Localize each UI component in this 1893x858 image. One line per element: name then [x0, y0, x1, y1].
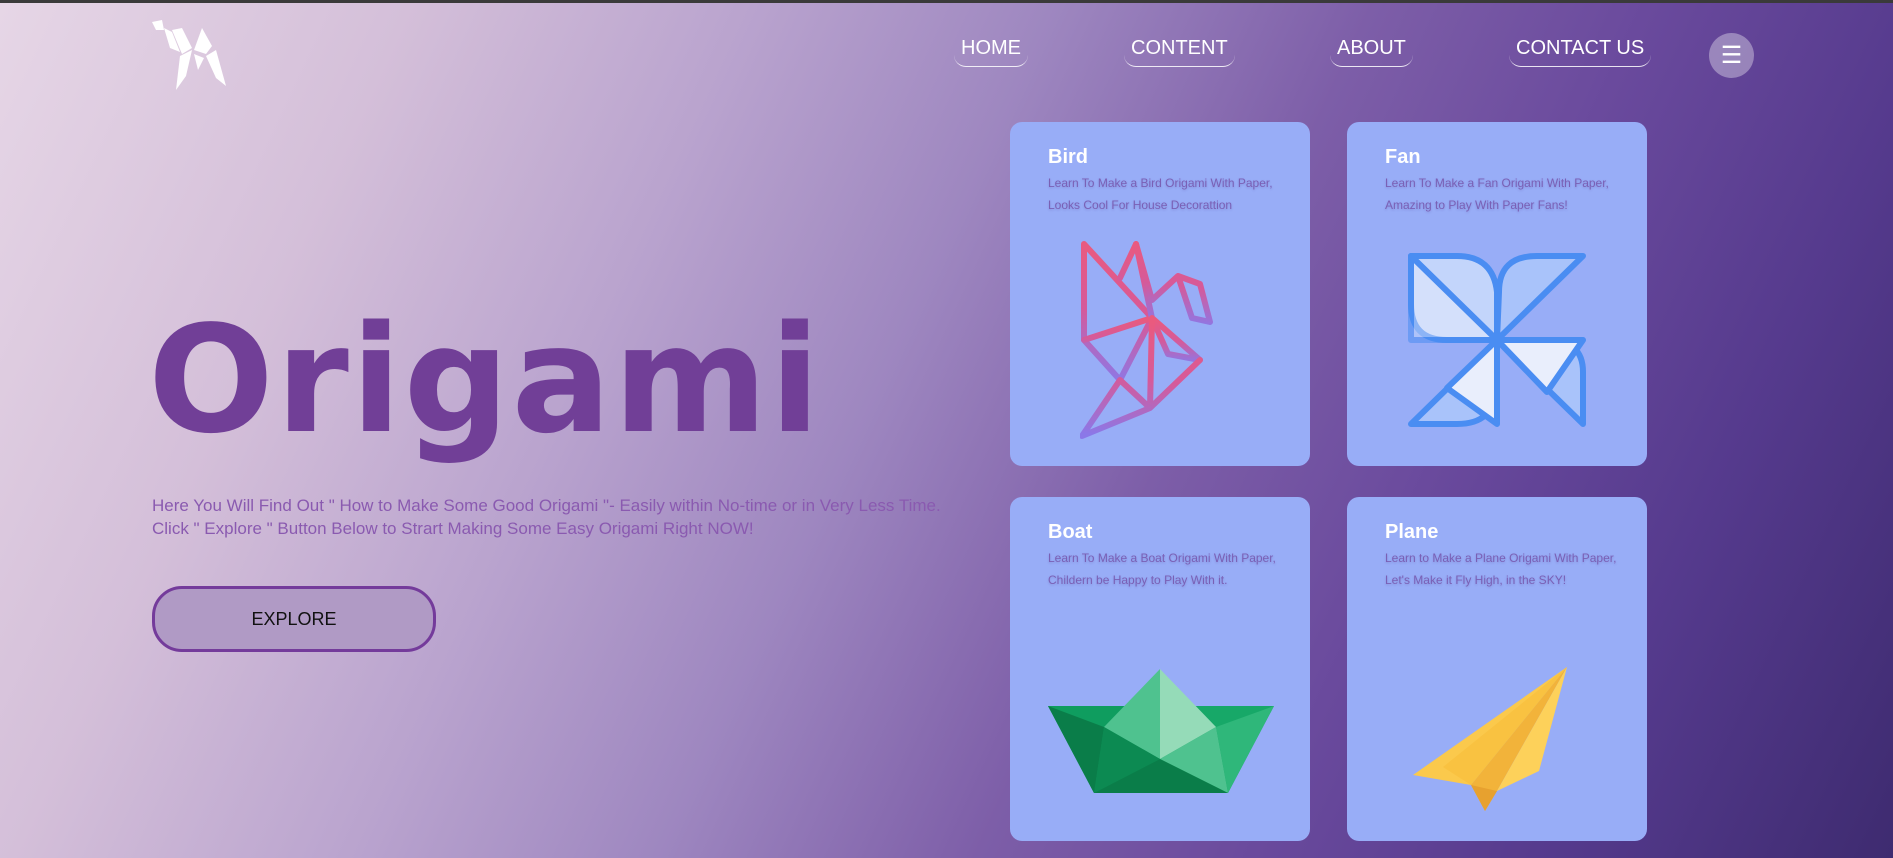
hamburger-menu-icon[interactable]: ☰: [1709, 33, 1754, 78]
card-description: Learn To Make a Bird Origami With Paper,…: [1048, 176, 1273, 212]
hero-description-line: Here You Will Find Out " How to Make Som…: [152, 496, 941, 515]
paper-plane-icon: [1413, 667, 1567, 811]
card-title: Fan: [1385, 146, 1421, 168]
card-description: Learn to Make a Plane Origami With Paper…: [1385, 551, 1617, 587]
hero-description-line: Click " Explore " Button Below to Strart…: [152, 519, 754, 538]
top-border: [0, 0, 1893, 3]
explore-button[interactable]: EXPLORE: [152, 586, 436, 652]
nav-home-link[interactable]: HOME: [954, 36, 1028, 67]
hero-description: Here You Will Find Out " How to Make Som…: [152, 494, 942, 540]
card-title: Bird: [1048, 146, 1088, 168]
card-fan[interactable]: Fan Learn To Make a Fan Origami With Pap…: [1347, 122, 1647, 466]
card-boat[interactable]: Boat Learn To Make a Boat Origami With P…: [1010, 497, 1310, 841]
paper-boat-icon: [1048, 669, 1274, 793]
card-bird[interactable]: Bird Learn To Make a Bird Origami With P…: [1010, 122, 1310, 466]
origami-logo-icon[interactable]: [150, 20, 228, 92]
nav-contact-link[interactable]: CONTACT US: [1509, 36, 1652, 67]
card-description: Learn To Make a Boat Origami With Paper,…: [1048, 551, 1276, 587]
nav-content-link[interactable]: CONTENT: [1124, 36, 1235, 67]
card-title: Boat: [1048, 521, 1093, 543]
card-plane[interactable]: Plane Learn to Make a Plane Origami With…: [1347, 497, 1647, 841]
nav-about-link[interactable]: ABOUT: [1330, 36, 1413, 67]
origami-bird-icon: [1080, 241, 1213, 439]
card-description: Learn To Make a Fan Origami With Paper, …: [1385, 176, 1609, 212]
card-title: Plane: [1385, 521, 1439, 543]
hero-title: Origami: [148, 294, 823, 466]
pinwheel-icon: [1408, 253, 1586, 427]
